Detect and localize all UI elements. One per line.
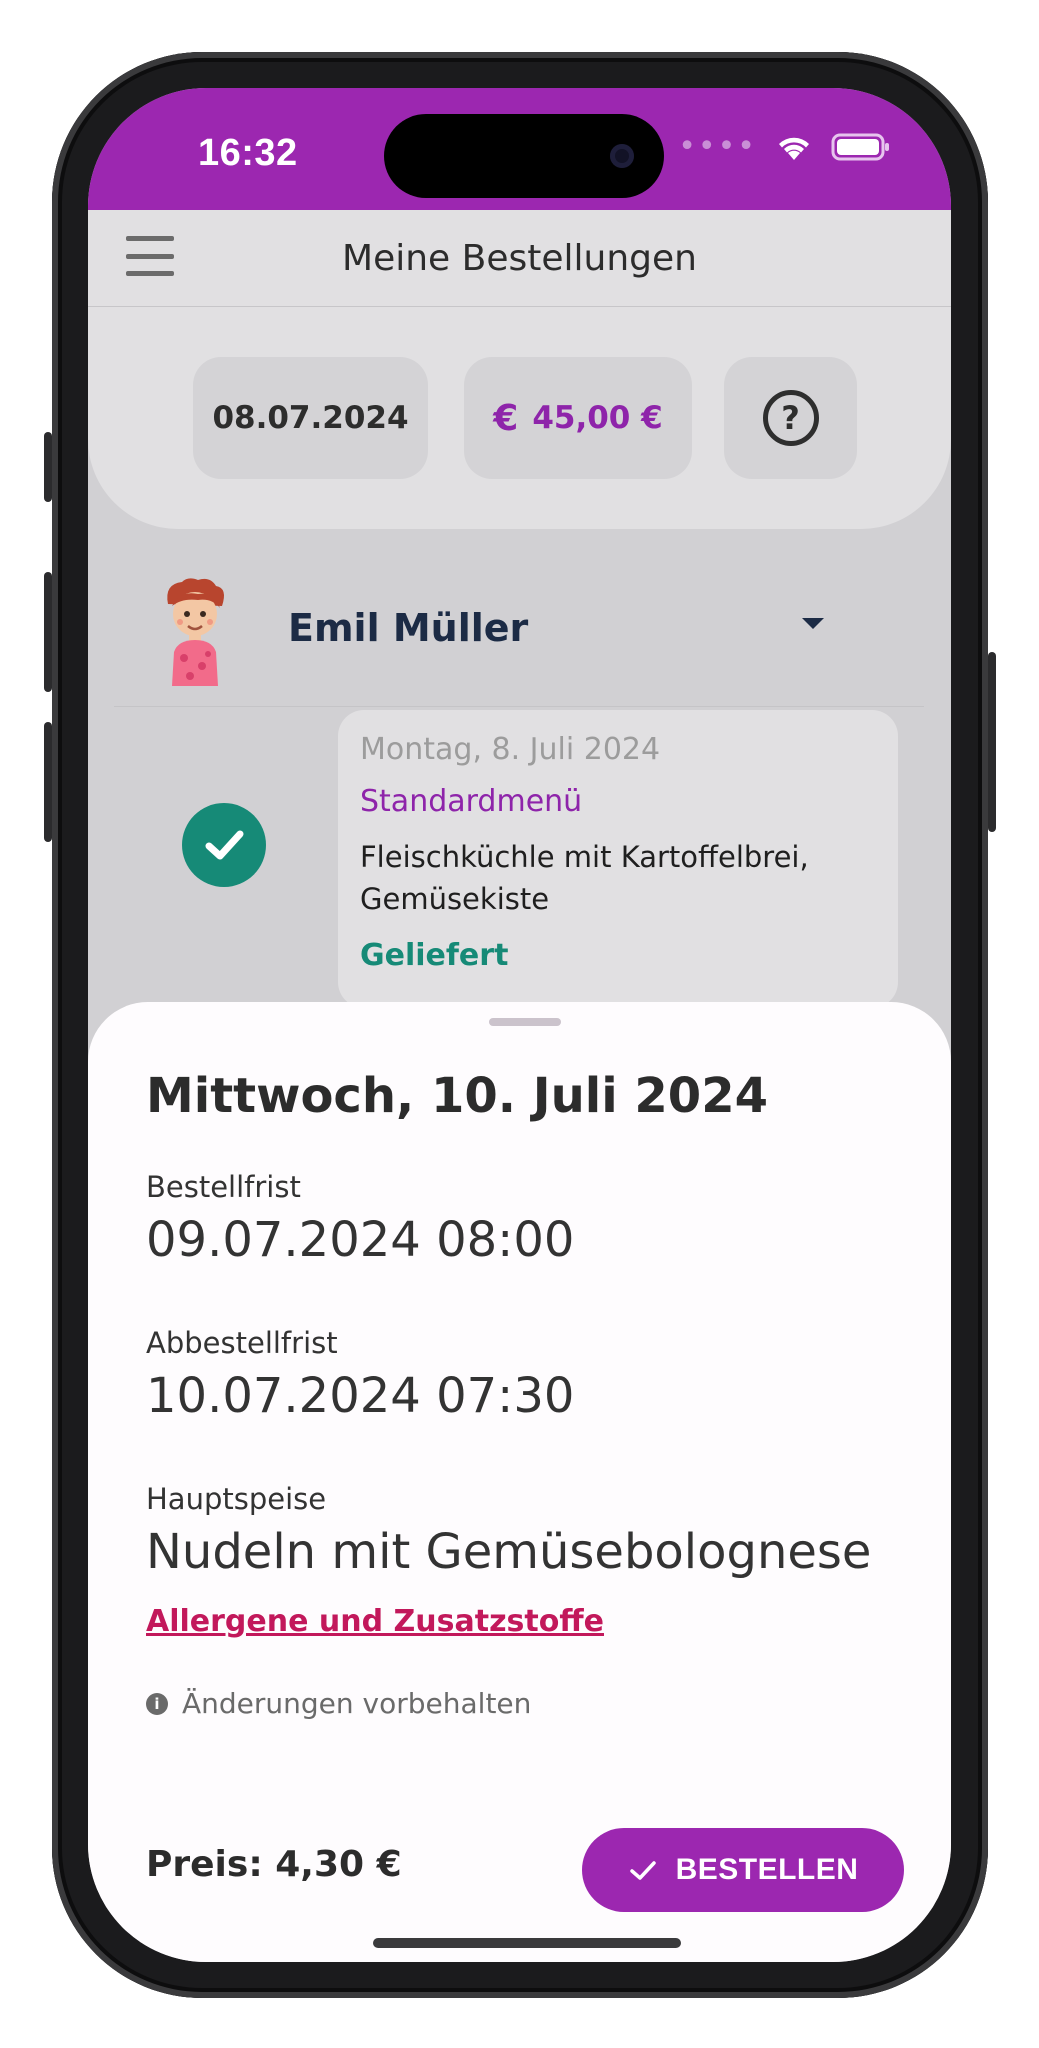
euro-icon: € <box>493 397 519 439</box>
status-icons: •••• <box>678 132 891 162</box>
date-chip[interactable]: 08.07.2024 <box>193 357 428 479</box>
allergen-link[interactable]: Allergene und Zusatzstoffe <box>146 1604 604 1639</box>
signal-icon: •••• <box>678 129 757 164</box>
summary-card: 08.07.2024 € 45,00 € ? <box>88 307 951 529</box>
order-status: Geliefert <box>360 938 509 973</box>
caret-down-icon[interactable] <box>802 618 824 629</box>
wifi-icon <box>779 137 809 160</box>
order-deadline-value: 09.07.2024 08:00 <box>146 1212 575 1268</box>
drag-handle[interactable] <box>489 1018 561 1026</box>
order-deadline-label: Bestellfrist <box>146 1170 301 1204</box>
power-button <box>988 652 996 832</box>
order-button-label: BESTELLEN <box>675 1853 859 1886</box>
battery-icon <box>831 133 889 161</box>
check-icon <box>629 1861 656 1880</box>
status-time: 16:32 <box>198 132 298 174</box>
order-dish: Fleischküchle mit Kartoffelbrei, Gemüsek… <box>360 840 809 916</box>
info-icon: i <box>146 1692 168 1715</box>
dynamic-island <box>384 114 664 198</box>
note-text: Änderungen vorbehalten <box>182 1687 532 1720</box>
check-icon <box>182 803 266 887</box>
app-bar: Meine Bestellungen <box>88 210 951 307</box>
main-dish-label: Hauptspeise <box>146 1482 327 1516</box>
balance-chip[interactable]: € 45,00 € <box>464 357 692 479</box>
cancel-deadline-value: 10.07.2024 07:30 <box>146 1368 575 1424</box>
sheet-title: Mittwoch, 10. Juli 2024 <box>146 1068 768 1124</box>
note: i Änderungen vorbehalten <box>146 1687 531 1720</box>
child-selector[interactable]: Emil Müller <box>114 556 924 707</box>
order-button[interactable]: BESTELLEN <box>582 1828 904 1912</box>
help-icon: ? <box>762 390 819 446</box>
help-button[interactable]: ? <box>724 357 857 479</box>
balance-value: 45,00 € <box>532 400 663 436</box>
main-dish-value: Nudeln mit Gemüsebolognese <box>146 1524 872 1580</box>
home-indicator[interactable] <box>373 1938 681 1948</box>
avatar <box>167 578 224 686</box>
action-button <box>44 432 52 502</box>
screen: 16:32 •••• Meine Bestellungen 08.07.2024 <box>88 88 951 1962</box>
child-name: Emil Müller <box>288 606 529 650</box>
volume-up-button <box>44 572 52 692</box>
order-date: Montag, 8. Juli 2024 <box>360 732 661 767</box>
cancel-deadline-label: Abbestellfrist <box>146 1326 338 1360</box>
volume-down-button <box>44 722 52 842</box>
order-card[interactable]: Montag, 8. Juli 2024 Standardmenü Fleisc… <box>338 710 898 1008</box>
order-menu: Standardmenü <box>360 784 583 819</box>
price: Preis: 4,30 € <box>146 1844 402 1885</box>
status-bar: 16:32 •••• <box>88 88 951 210</box>
bottom-sheet: Mittwoch, 10. Juli 2024 Bestellfrist 09.… <box>88 1002 951 1962</box>
camera-icon <box>610 144 634 168</box>
page-title: Meine Bestellungen <box>342 238 697 279</box>
